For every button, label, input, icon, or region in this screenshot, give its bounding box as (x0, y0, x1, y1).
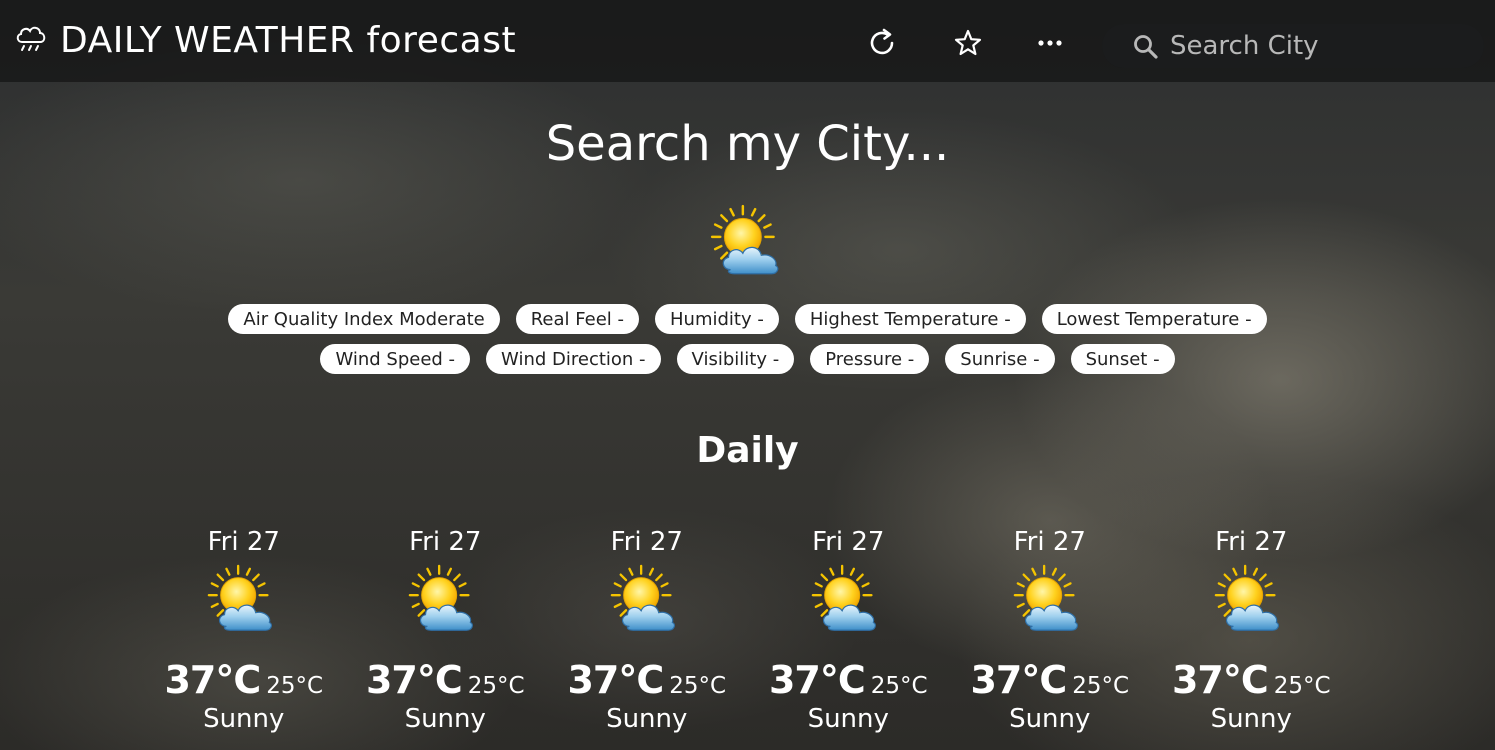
forecast-day-card: Fri 27 37°C 25°C Sunny (546, 524, 748, 734)
low-temperature: 25°C (266, 673, 324, 699)
temperature-range: 37°C 25°C (769, 658, 928, 702)
low-temperature: 25°C (870, 673, 928, 699)
low-temperature: 25°C (1273, 673, 1331, 699)
forecast-day-card: Fri 27 37°C 25°C Sunny (748, 524, 950, 734)
sun-behind-cloud-icon (406, 562, 484, 640)
sun-behind-cloud-icon (708, 202, 790, 284)
weather-condition: Sunny (1009, 704, 1091, 734)
wind-speed-chip: Wind Speed - (320, 344, 471, 374)
search-icon (1134, 35, 1158, 59)
day-label: Fri 27 (207, 527, 280, 557)
pressure-chip: Pressure - (810, 344, 930, 374)
weather-condition: Sunny (203, 704, 285, 734)
search-city-input[interactable] (1170, 28, 1470, 64)
air-quality-chip: Air Quality Index Moderate (228, 304, 500, 334)
star-icon (954, 29, 982, 56)
high-temperature: 37°C (365, 658, 463, 702)
high-temperature: 37°C (567, 658, 664, 702)
app-title: DAILY WEATHER forecast (60, 20, 517, 61)
weather-condition: Sunny (807, 704, 889, 734)
weather-details-row-2: Wind Speed - Wind Direction - Visibility… (0, 344, 1495, 374)
wind-direction-chip: Wind Direction - (486, 344, 661, 374)
page-title: Search my City... (545, 116, 950, 172)
sun-behind-cloud-icon (1011, 562, 1089, 640)
humidity-chip: Humidity - (655, 304, 779, 334)
forecast-day-card: Fri 27 37°C 25°C Sunny (143, 524, 345, 734)
city-search (1102, 24, 1484, 68)
top-bar: DAILY WEATHER forecast (0, 0, 1495, 82)
refresh-button[interactable] (864, 25, 900, 61)
day-label: Fri 27 (1013, 527, 1086, 557)
forecast-day-card: Fri 27 37°C 25°C Sunny (345, 524, 547, 734)
day-label: Fri 27 (610, 527, 683, 557)
forecast-day-card: Fri 27 37°C 25°C Sunny (949, 524, 1151, 734)
more-horizontal-icon (1038, 40, 1062, 46)
visibility-chip: Visibility - (676, 344, 795, 374)
low-temperature: 25°C (669, 673, 727, 699)
high-temperature: 37°C (970, 658, 1067, 702)
weather-details-row-1: Air Quality Index Moderate Real Feel - H… (0, 304, 1495, 334)
temperature-range: 37°C 25°C (567, 658, 726, 702)
high-temperature: 37°C (164, 658, 261, 702)
day-label: Fri 27 (812, 527, 885, 557)
cloud-rain-icon (16, 26, 46, 51)
sunrise-chip: Sunrise - (945, 344, 1055, 374)
low-temperature: 25°C (1072, 673, 1130, 699)
high-temperature: 37°C (768, 658, 866, 702)
daily-heading: Daily (696, 430, 799, 471)
sunset-chip: Sunset - (1070, 344, 1175, 374)
temperature-range: 37°C 25°C (970, 658, 1129, 702)
sun-behind-cloud-icon (809, 562, 887, 640)
weather-condition: Sunny (606, 704, 688, 734)
day-label: Fri 27 (1215, 527, 1288, 557)
highest-temperature-chip: Highest Temperature - (794, 304, 1026, 334)
sun-behind-cloud-icon (1212, 562, 1290, 640)
temperature-range: 37°C 25°C (1172, 658, 1331, 702)
sun-behind-cloud-icon (608, 562, 686, 640)
forecast-day-card: Fri 27 37°C 25°C Sunny (1151, 524, 1353, 734)
real-feel-chip: Real Feel - (515, 304, 639, 334)
low-temperature: 25°C (467, 673, 525, 699)
temperature-range: 37°C 25°C (164, 658, 323, 702)
weather-condition: Sunny (1210, 704, 1292, 734)
day-label: Fri 27 (409, 527, 482, 557)
temperature-range: 37°C 25°C (366, 658, 525, 702)
favorite-button[interactable] (950, 25, 986, 61)
weather-condition: Sunny (404, 704, 486, 734)
more-options-button[interactable] (1032, 25, 1068, 61)
lowest-temperature-chip: Lowest Temperature - (1041, 304, 1267, 334)
daily-forecast-list: Fri 27 37°C 25°C Sunny Fri 27 37°C 25°C … (143, 524, 1352, 734)
sun-behind-cloud-icon (205, 562, 283, 640)
refresh-icon (870, 28, 894, 55)
high-temperature: 37°C (1171, 658, 1269, 702)
